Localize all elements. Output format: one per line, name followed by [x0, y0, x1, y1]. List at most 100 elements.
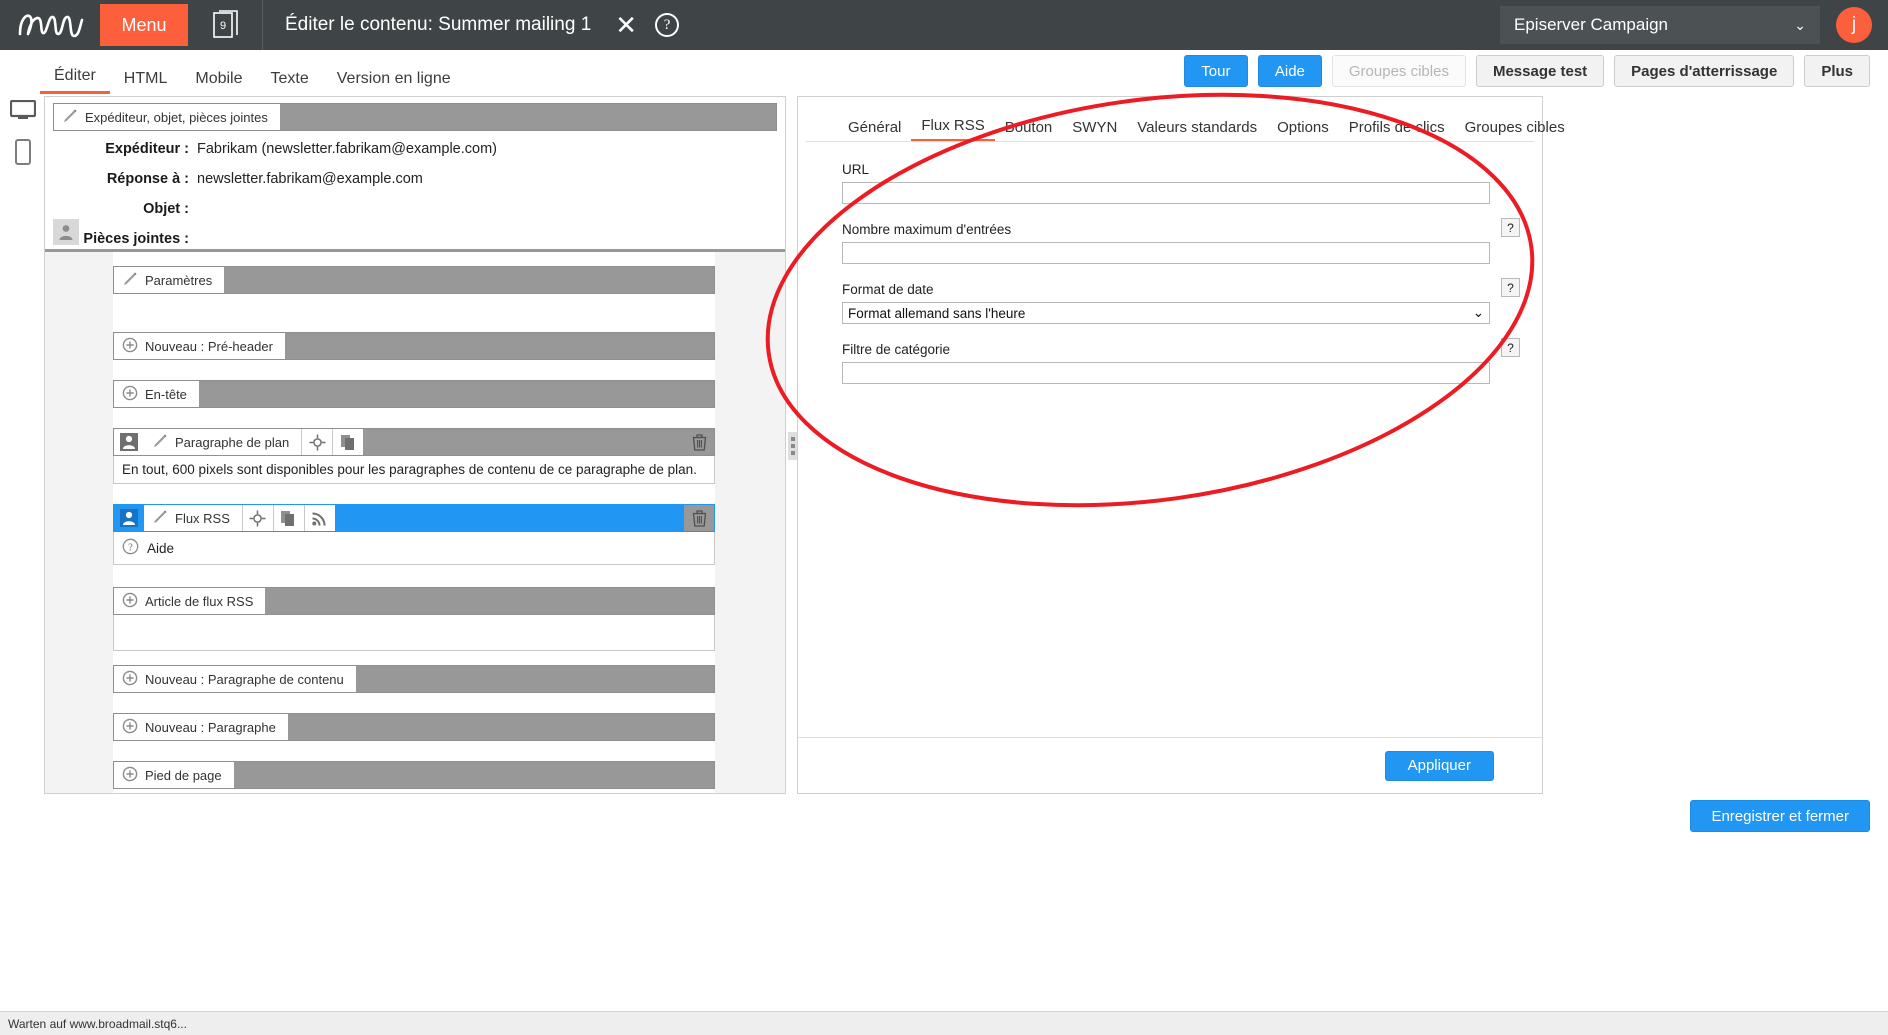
- help-button-filtre-de-categorie[interactable]: ?: [1501, 338, 1520, 357]
- sender-block-bar[interactable]: Expéditeur, objet, pièces jointes: [53, 103, 777, 131]
- block-entete-fill: [198, 381, 714, 407]
- svg-text:?: ?: [128, 542, 133, 553]
- url-input[interactable]: [842, 182, 1490, 204]
- block-parametres-tag[interactable]: Paramètres: [114, 267, 225, 293]
- field-format-de-date-label: Format de date: [842, 282, 934, 297]
- help-icon[interactable]: ?: [655, 13, 680, 37]
- block-article-flux-rss-body: [113, 615, 715, 651]
- block-nouveau-paragraphe-contenu-fill: [355, 666, 714, 692]
- aide-button[interactable]: Aide: [1257, 55, 1322, 87]
- plus-circle-icon: [122, 670, 138, 689]
- tab-version-en-ligne[interactable]: Version en ligne: [323, 70, 465, 94]
- field-label-objet: Objet :: [143, 201, 189, 217]
- help-button-nombre-max-entrees[interactable]: ?: [1501, 218, 1520, 237]
- block-flux-rss-tag[interactable]: Flux RSS: [144, 505, 242, 531]
- copy-icon[interactable]: [273, 505, 304, 531]
- tab-general[interactable]: Général: [838, 119, 911, 141]
- enregistrer-et-fermer-button[interactable]: Enregistrer et fermer: [1690, 800, 1870, 832]
- groupes-cibles-button[interactable]: Groupes cibles: [1331, 55, 1466, 87]
- help-circle-icon[interactable]: ?: [122, 538, 139, 558]
- chevron-down-icon: ⌄: [1794, 16, 1806, 33]
- tab-groupes-cibles[interactable]: Groupes cibles: [1455, 119, 1575, 141]
- save-close-bar: Enregistrer et fermer: [1690, 800, 1870, 832]
- block-parametres-bar[interactable]: Paramètres: [113, 266, 715, 294]
- tour-button[interactable]: Tour: [1183, 55, 1248, 87]
- block-nouveau-paragraphe-contenu-bar[interactable]: Nouveau : Paragraphe de contenu: [113, 665, 715, 693]
- block-article-flux-rss-tag[interactable]: Article de flux RSS: [114, 588, 266, 614]
- block-paragraphe-de-plan: Paragraphe de plan En tout, 600 pixels s…: [113, 428, 715, 484]
- copy-icon[interactable]: [333, 429, 364, 455]
- block-preheader-bar[interactable]: Nouveau : Pré-header: [113, 332, 715, 360]
- menu-button[interactable]: Menu: [100, 4, 188, 46]
- mobile-preview-icon[interactable]: [15, 139, 31, 170]
- block-flux-rss-fill: [334, 505, 684, 531]
- block-nouveau-paragraphe-contenu: Nouveau : Paragraphe de contenu: [113, 665, 715, 693]
- block-entete-tag[interactable]: En-tête: [114, 381, 199, 407]
- node-person-icon[interactable]: [114, 429, 144, 455]
- sender-block-tag[interactable]: Expéditeur, objet, pièces jointes: [54, 104, 280, 130]
- block-pied-de-page-fill: [233, 762, 714, 788]
- tab-bouton[interactable]: Bouton: [995, 119, 1063, 141]
- delete-icon[interactable]: [684, 505, 714, 531]
- block-nouveau-paragraphe: Nouveau : Paragraphe: [113, 713, 715, 741]
- tab-editer[interactable]: Éditer: [40, 67, 110, 94]
- block-flux-rss-note: ? Aide: [113, 532, 715, 565]
- splitter-dot: [791, 437, 795, 441]
- block-nouveau-paragraphe-fill: [287, 714, 714, 740]
- move-target-icon[interactable]: [242, 505, 273, 531]
- brush-icon: [152, 509, 168, 528]
- svg-text:9: 9: [220, 20, 226, 32]
- block-entete-bar[interactable]: En-tête: [113, 380, 715, 408]
- help-button-format-de-date[interactable]: ?: [1501, 278, 1520, 297]
- tab-flux-rss[interactable]: Flux RSS: [911, 117, 995, 141]
- top-app-bar: Menu 9 Éditer le contenu: Summer mailing…: [0, 0, 1888, 50]
- block-pied-de-page-bar[interactable]: Pied de page: [113, 761, 715, 789]
- block-paragraphe-de-plan-bar[interactable]: Paragraphe de plan: [113, 428, 715, 456]
- block-nouveau-paragraphe-tag[interactable]: Nouveau : Paragraphe: [114, 714, 288, 740]
- tab-profils-de-clics[interactable]: Profils de clics: [1339, 119, 1455, 141]
- block-nouveau-paragraphe-contenu-tag[interactable]: Nouveau : Paragraphe de contenu: [114, 666, 356, 692]
- tab-html[interactable]: HTML: [110, 70, 182, 94]
- desktop-preview-icon[interactable]: [9, 99, 37, 125]
- plus-circle-icon: [122, 766, 138, 785]
- plus-button[interactable]: Plus: [1804, 55, 1870, 87]
- nombre-max-entrees-input[interactable]: [842, 242, 1490, 264]
- close-icon[interactable]: ✕: [615, 12, 637, 38]
- tab-texte[interactable]: Texte: [257, 70, 323, 94]
- avatar[interactable]: j: [1836, 7, 1872, 43]
- block-parametres-fill: [224, 267, 714, 293]
- tab-mobile[interactable]: Mobile: [181, 70, 256, 94]
- block-nouveau-paragraphe-bar[interactable]: Nouveau : Paragraphe: [113, 713, 715, 741]
- block-flux-rss-bar[interactable]: Flux RSS: [113, 504, 715, 532]
- tab-swyn[interactable]: SWYN: [1062, 119, 1127, 141]
- sender-block-fill: [279, 104, 776, 130]
- app-selector[interactable]: Episerver Campaign ⌄: [1500, 6, 1820, 44]
- rss-icon[interactable]: [304, 505, 335, 531]
- plus-circle-icon: [122, 337, 138, 356]
- block-article-flux-rss-label: Article de flux RSS: [145, 593, 254, 609]
- avatar-placeholder-icon: [53, 219, 79, 245]
- plus-circle-icon: [122, 718, 138, 737]
- move-target-icon[interactable]: [302, 429, 333, 455]
- block-paragraphe-de-plan-tag[interactable]: Paragraphe de plan: [144, 429, 302, 455]
- mailing-editor-panel: Expéditeur, objet, pièces jointes Expédi…: [44, 96, 786, 794]
- node-person-icon[interactable]: [114, 505, 144, 531]
- apply-bar: Appliquer: [798, 737, 1542, 793]
- format-de-date-select[interactable]: Format allemand sans l'heure ⌄: [842, 302, 1490, 324]
- delete-icon[interactable]: [684, 429, 714, 455]
- message-test-button[interactable]: Message test: [1475, 55, 1605, 87]
- field-row-reponse-a: Réponse à : newsletter.fabrikam@example.…: [45, 171, 785, 187]
- preview-device-rail: [8, 99, 38, 170]
- appliquer-button[interactable]: Appliquer: [1384, 750, 1494, 781]
- block-preheader-tag[interactable]: Nouveau : Pré-header: [114, 333, 285, 359]
- block-paragraphe-de-plan-note: En tout, 600 pixels sont disponibles pou…: [113, 456, 715, 484]
- mailing-stack-icon[interactable]: 9: [212, 7, 242, 43]
- filtre-de-categorie-input[interactable]: [842, 362, 1490, 384]
- field-row-pieces-jointes: Pièces jointes :: [45, 231, 785, 247]
- field-nombre-max-entrees-label: Nombre maximum d'entrées: [842, 222, 1012, 237]
- block-article-flux-rss-bar[interactable]: Article de flux RSS: [113, 587, 715, 615]
- block-pied-de-page-tag[interactable]: Pied de page: [114, 762, 234, 788]
- tab-valeurs-standards[interactable]: Valeurs standards: [1127, 119, 1267, 141]
- pages-atterrissage-button[interactable]: Pages d'atterrissage: [1614, 55, 1795, 87]
- tab-options[interactable]: Options: [1267, 119, 1339, 141]
